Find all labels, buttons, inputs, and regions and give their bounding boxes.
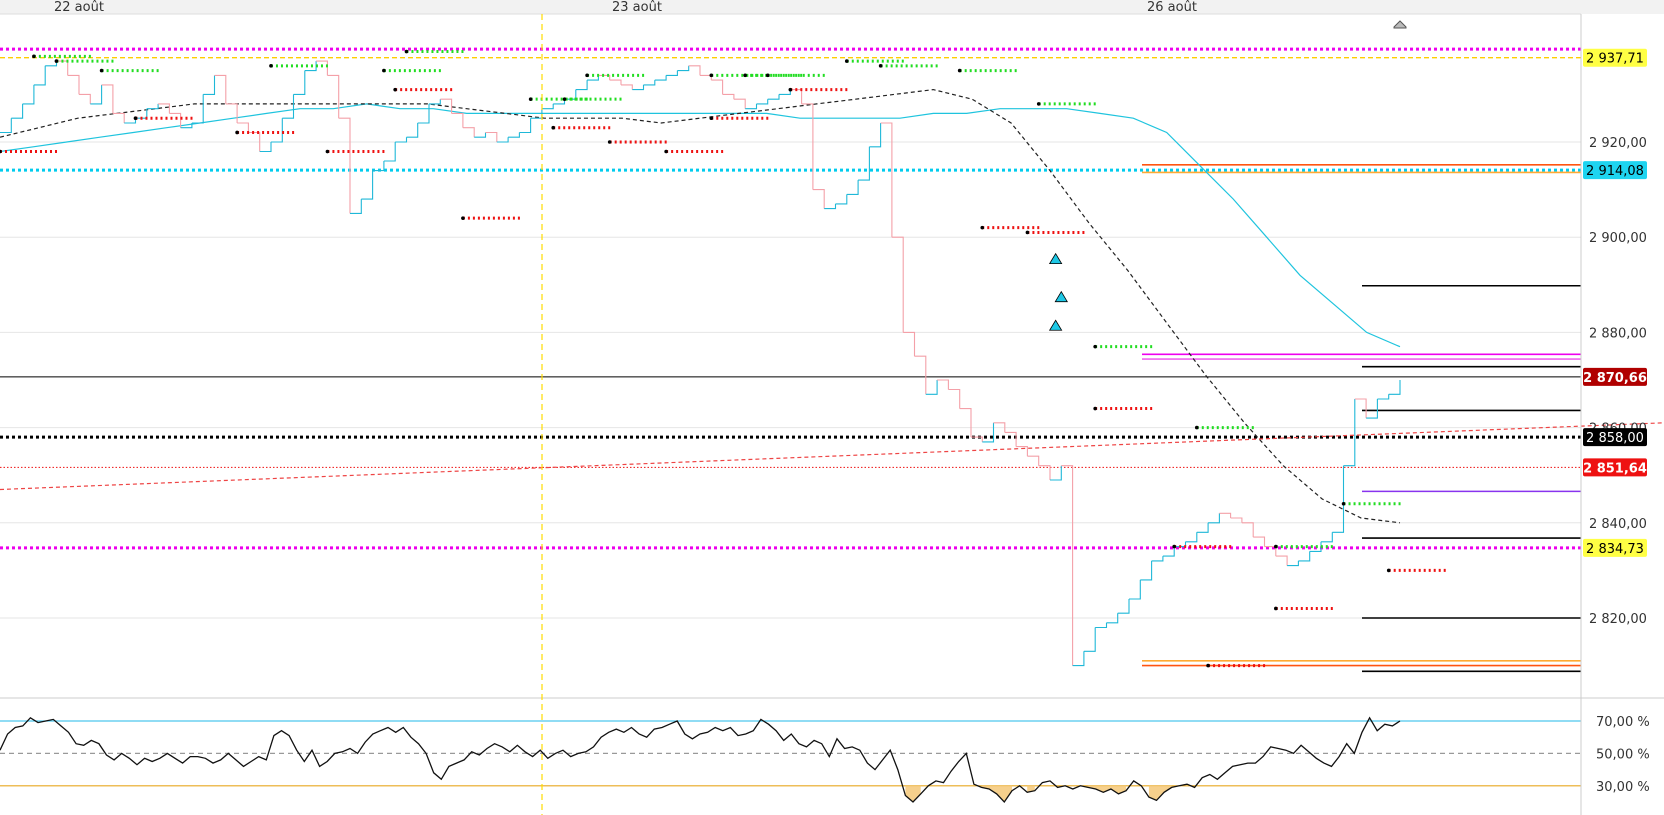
price-tag-label-4: 2 858,00 — [1586, 431, 1644, 446]
date-label-3: 26 août — [1147, 0, 1197, 15]
resistance-pivot-11 — [743, 73, 747, 78]
resistance-pivot-12 — [765, 73, 770, 78]
osc-tick-label-2: 50,00 % — [1596, 747, 1650, 762]
price-tag-label-3: 2 870,66 — [1583, 371, 1647, 386]
support-pivot-14 — [1093, 406, 1097, 411]
support-pivot-5 — [393, 87, 397, 92]
price-tag-label-2: 2 914,08 — [1586, 164, 1644, 179]
price-tag-label-1: 2 937,71 — [1586, 52, 1644, 67]
support-pivot-10 — [709, 116, 714, 120]
resistance-pivot-19 — [1274, 544, 1278, 549]
resistance-pivot-13 — [844, 59, 849, 63]
resistance-pivot-8 — [562, 97, 567, 101]
resistance-pivot-17 — [1093, 344, 1097, 349]
support-pivot-8 — [607, 140, 612, 144]
resistance-pivot-3 — [99, 68, 104, 73]
support-pivot-18 — [1386, 568, 1391, 573]
date-axis-background — [0, 0, 1664, 14]
osc-tick-label-1: 70,00 % — [1596, 715, 1650, 730]
price-tick-label-5: 2 840,00 — [1589, 517, 1647, 532]
support-pivot-4 — [325, 149, 330, 154]
price-tick-label-1: 2 920,00 — [1589, 136, 1647, 151]
date-label-1: 22 août — [54, 0, 104, 15]
chart-background — [0, 0, 1664, 815]
resistance-pivot-20 — [1341, 501, 1346, 506]
resistance-pivot-2 — [54, 59, 59, 63]
date-label-2: 23 août — [612, 0, 662, 15]
resistance-pivot-14 — [878, 64, 883, 68]
osc-tick-label-3: 30,00 % — [1596, 780, 1650, 795]
support-pivot-3 — [235, 130, 239, 135]
support-pivot-6 — [461, 216, 465, 220]
trading-chart[interactable]: 22 août 23 août 26 août 70,00 % 50,00 % 30… — [0, 0, 1664, 815]
resistance-pivot-6 — [404, 49, 409, 54]
resistance-pivot-16 — [1036, 102, 1041, 106]
support-pivot-12 — [980, 225, 985, 230]
price-tag-label-5: 2 851,64 — [1583, 461, 1647, 476]
resistance-pivot-10 — [709, 73, 714, 78]
resistance-pivot-9 — [585, 73, 589, 78]
support-pivot-13 — [1025, 230, 1030, 235]
resistance-pivot-7 — [528, 97, 533, 101]
resistance-pivot-4 — [269, 64, 273, 68]
support-pivot-7 — [551, 125, 556, 130]
support-pivot-15 — [1172, 544, 1176, 549]
support-pivot-17 — [1274, 606, 1278, 611]
resistance-pivot-5 — [382, 68, 386, 73]
price-tick-label-3: 2 880,00 — [1589, 326, 1647, 341]
date-axis: 22 août 23 août 26 août — [0, 0, 1664, 15]
resistance-pivot-18 — [1194, 425, 1199, 430]
price-tick-label-2: 2 900,00 — [1589, 231, 1647, 246]
support-pivot-11 — [788, 87, 793, 92]
support-pivot-2 — [133, 116, 138, 120]
resistance-pivot-15 — [957, 68, 962, 73]
price-tick-label-6: 2 820,00 — [1589, 612, 1647, 627]
resistance-pivot-1 — [32, 54, 36, 59]
support-pivot-16 — [1206, 663, 1210, 668]
support-pivot-9 — [664, 149, 668, 154]
price-tag-label-6: 2 834,73 — [1586, 542, 1644, 557]
